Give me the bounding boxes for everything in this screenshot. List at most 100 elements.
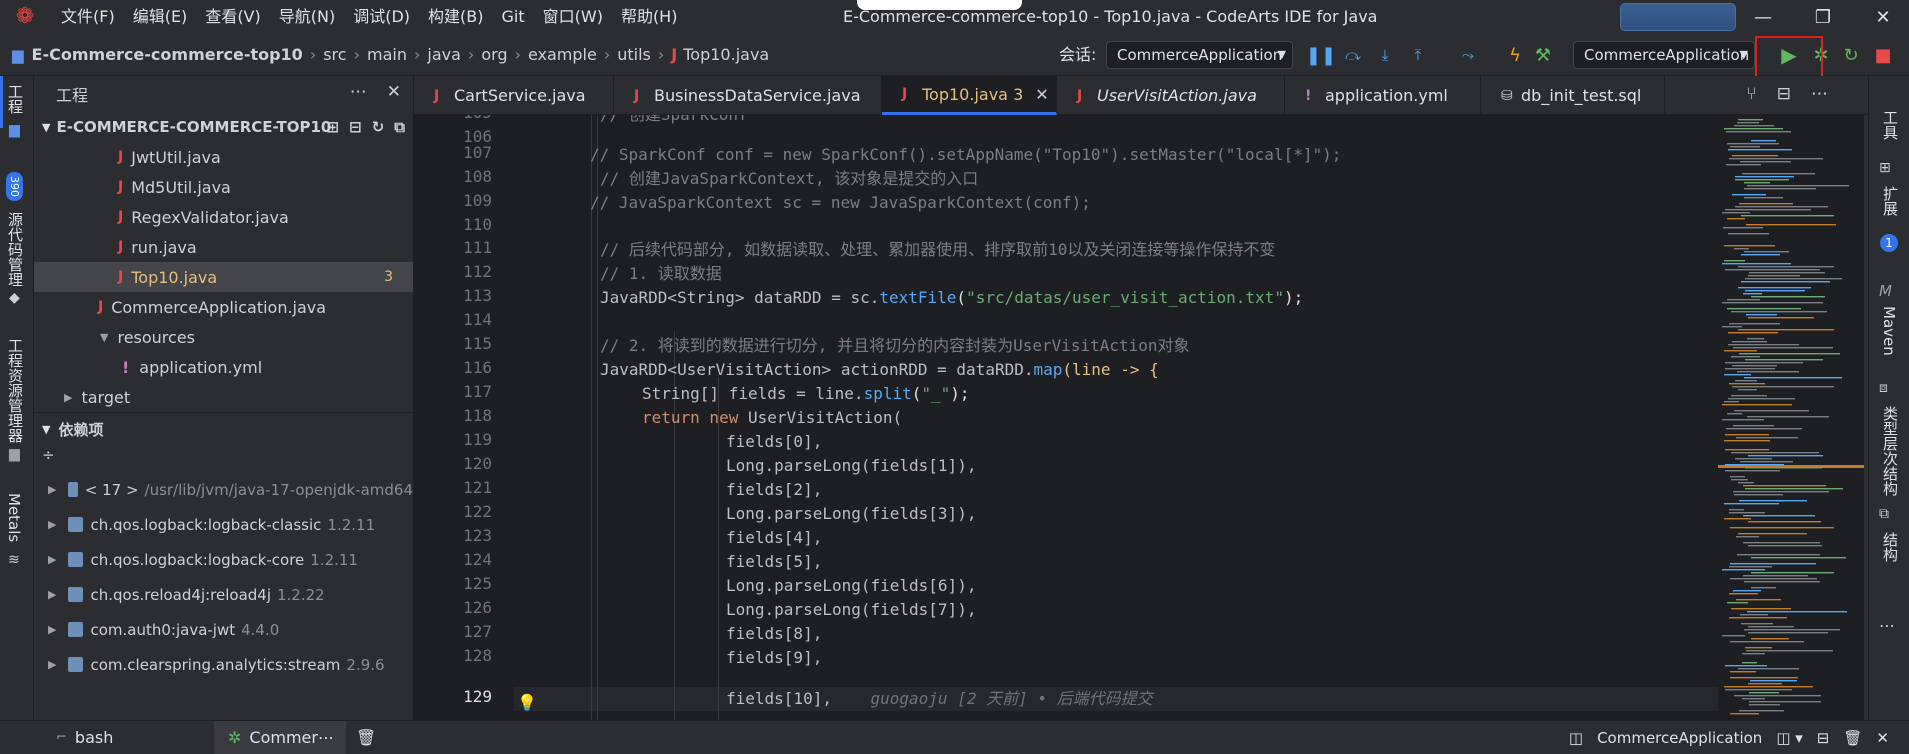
type-hierarchy-label[interactable]: 类型层次结构 <box>1880 406 1901 496</box>
menu-debug[interactable]: 调试(D) <box>344 0 419 34</box>
dependency-item[interactable]: ▶ < 17 > /usr/lib/jvm/java-17-openjdk-amd6… <box>34 472 413 507</box>
collapse-all-icon[interactable]: ⧉ <box>394 118 405 136</box>
lightbulb-icon[interactable]: 💡 <box>517 693 537 712</box>
account-slot[interactable] <box>1620 3 1736 31</box>
code-editor[interactable]: 1051061071081091101111121131141151161171… <box>414 115 1868 720</box>
breadcrumb-main[interactable]: main <box>367 45 407 64</box>
minimap-line <box>1724 686 1813 688</box>
maven-label[interactable]: Maven <box>1880 306 1898 356</box>
menu-view[interactable]: 查看(V) <box>196 0 269 34</box>
minimap-line <box>1733 425 1774 427</box>
breadcrumb-java[interactable]: java <box>427 45 461 64</box>
clear-breakpoints-icon[interactable]: ⤳ <box>1455 41 1481 69</box>
close-tab-icon[interactable]: ✕ <box>1035 85 1048 104</box>
project-explorer-label[interactable]: 工程资源管理器 <box>5 338 26 443</box>
code-line: return new UserVisitAction( <box>642 406 902 430</box>
lightning-icon[interactable]: ϟ <box>1502 41 1528 69</box>
new-folder-icon[interactable]: ⊟ <box>349 118 362 136</box>
breadcrumb-utils[interactable]: utils <box>617 45 651 64</box>
menu-file[interactable]: 文件(F) <box>52 0 124 34</box>
tab-application-yml[interactable]: ! application.yml <box>1285 76 1481 115</box>
tree-file-run[interactable]: Jrun.java <box>34 232 413 262</box>
project-root[interactable]: ▼ E-COMMERCE-COMMERCE-TOP10 ⊞ ⊟ ↻ ⧉ <box>34 112 413 142</box>
tree-file-application-yml[interactable]: ! application.yml <box>34 352 413 382</box>
minimap-line <box>1751 296 1825 298</box>
minimap-line <box>1748 683 1782 685</box>
menu-help[interactable]: 帮助(H) <box>612 0 687 34</box>
filter-icon[interactable]: ÷ <box>34 446 413 472</box>
more-icon[interactable]: ⋯ <box>1811 84 1828 104</box>
tab-run-console[interactable]: ✲ Commer⋯ <box>214 720 346 754</box>
step-out-icon[interactable]: ⤒ <box>1405 41 1431 69</box>
tab-top10[interactable]: J Top10.java 3 ✕ <box>882 76 1057 115</box>
dependency-item[interactable]: ▶ ch.qos.reload4j:reload4j 1.2.22 <box>34 577 413 612</box>
close-window-icon[interactable]: ✕ <box>1858 0 1908 34</box>
console-session-label[interactable]: CommerceApplication <box>1597 729 1762 747</box>
dependency-item[interactable]: ▶ com.auth0:java-jwt 4.4.0 <box>34 612 413 647</box>
structure-label[interactable]: 结构 <box>1880 532 1901 562</box>
more-icon[interactable]: ⋯ <box>1879 616 1895 635</box>
run-config-select[interactable]: CommerceApplication ▼ <box>1573 41 1755 69</box>
tree-file-jwtutil[interactable]: J JwtUtil.java <box>34 142 413 172</box>
tree-file-top10[interactable]: J Top10.java 3 <box>34 262 413 292</box>
new-file-icon[interactable]: ⊞ <box>327 118 340 136</box>
maximize-icon[interactable]: ❐ <box>1798 0 1848 34</box>
step-over-icon[interactable]: ⤼ <box>1340 41 1366 69</box>
pause-icon[interactable]: ❚❚ <box>1306 41 1336 69</box>
build-hammer-icon[interactable]: ⚒ <box>1530 41 1556 69</box>
breadcrumb-project[interactable]: E-Commerce-commerce-top10 <box>32 45 303 64</box>
tree-folder-target[interactable]: ▶ target <box>34 382 413 412</box>
minimap-line <box>1745 359 1823 361</box>
breadcrumb: ▆ E-Commerce-commerce-top10 › src › main… <box>12 45 769 64</box>
dependency-item[interactable]: ▶ ch.qos.logback:logback-core 1.2.11 <box>34 542 413 577</box>
breadcrumb-example[interactable]: example <box>528 45 597 64</box>
tab-businessdataservice[interactable]: J BusinessDataService.java <box>614 76 882 115</box>
tab-cartservice[interactable]: J CartService.java <box>414 76 614 115</box>
more-icon[interactable]: ⋯ <box>350 82 367 102</box>
tab-uservisitaction[interactable]: J UserVisitAction.java <box>1057 76 1285 115</box>
split-panel-icon[interactable]: ⊟ <box>1817 729 1830 747</box>
breadcrumb-org[interactable]: org <box>481 45 507 64</box>
breadcrumb-src[interactable]: src <box>323 45 346 64</box>
step-into-icon[interactable]: ⤓ <box>1372 41 1398 69</box>
dependency-item[interactable]: ▶ ch.qos.logback:logback-classic 1.2.11 <box>34 507 413 542</box>
stop-icon[interactable]: ■ <box>1870 41 1896 69</box>
delete-icon[interactable]: 🗑 <box>1843 729 1862 747</box>
dependency-item[interactable]: ▶ com.clearspring.analytics:stream 2.9.6 <box>34 647 413 682</box>
session-select[interactable]: CommerceApplication ▼ <box>1106 41 1293 69</box>
tab-bash-terminal[interactable]: ⌐ bash <box>42 721 214 754</box>
minimap-line <box>1722 419 1764 421</box>
project-tool-label[interactable]: 工程 <box>5 84 26 114</box>
metals-label[interactable]: Metals <box>5 493 23 542</box>
minimap-line <box>1748 626 1794 628</box>
breadcrumb-file[interactable]: Top10.java <box>683 45 769 64</box>
git-compare-icon[interactable]: ⑂ <box>1747 84 1757 104</box>
menu-window[interactable]: 窗口(W) <box>534 0 612 34</box>
tree-file-md5util[interactable]: J Md5Util.java <box>34 172 413 202</box>
tree-file-regexvalidator[interactable]: J RegexValidator.java <box>34 202 413 232</box>
menu-navigate[interactable]: 导航(N) <box>270 0 344 34</box>
tree-file-commerceapplication[interactable]: J CommerceApplication.java <box>34 292 413 322</box>
line-number: 123 <box>463 526 492 545</box>
layout-icon[interactable]: ◫ ▾ <box>1776 729 1802 747</box>
extensions-label[interactable]: 扩展 <box>1880 186 1901 216</box>
refresh-icon[interactable]: ↻ <box>372 118 385 136</box>
menu-git[interactable]: Git <box>493 0 534 34</box>
delete-icon[interactable]: 🗑 <box>346 721 386 754</box>
close-icon[interactable]: ✕ <box>1876 729 1889 747</box>
split-editor-icon[interactable]: ⊟ <box>1777 84 1791 104</box>
menu-edit[interactable]: 编辑(E) <box>124 0 197 34</box>
dependencies-header[interactable]: ▼ 依赖项 <box>34 412 413 446</box>
tree-folder-resources[interactable]: ▼ resources <box>34 322 413 352</box>
menu-build[interactable]: 构建(B) <box>419 0 492 34</box>
tools-label[interactable]: 工具 <box>1880 110 1901 140</box>
close-icon[interactable]: ✕ <box>387 82 401 102</box>
minimize-icon[interactable]: — <box>1738 0 1788 34</box>
minimap[interactable] <box>1718 115 1868 720</box>
source-control-label[interactable]: 源代码管理 <box>5 212 26 287</box>
minimap-line <box>1751 572 1834 574</box>
restart-icon[interactable]: ↻ <box>1838 41 1864 69</box>
minimap-lines <box>1722 119 1849 715</box>
minimap-line <box>1742 653 1765 655</box>
tab-db-init-test-sql[interactable]: ⛁ db_init_test.sql <box>1481 76 1665 115</box>
